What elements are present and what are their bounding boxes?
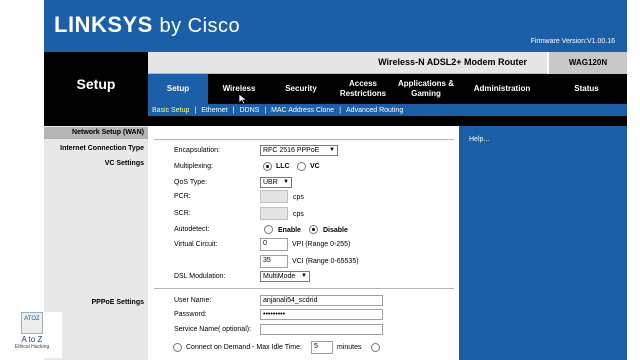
- mux-llc-label: LLC: [276, 163, 290, 170]
- firmware-version: Firmware Version:V1.00.16: [530, 38, 615, 45]
- mux-vc-label: VC: [310, 163, 320, 170]
- scr-label: SCR:: [174, 210, 191, 217]
- section-network-setup: Network Setup (WAN): [44, 127, 148, 139]
- autodetect-enable-label: Enable: [278, 227, 301, 234]
- help-link[interactable]: Help...: [469, 136, 489, 143]
- label-vc-settings: VC Settings: [104, 160, 144, 167]
- subtab-mac-address-clone[interactable]: MAC Address Clone: [271, 107, 334, 114]
- autodetect-label: Autodetect:: [174, 226, 210, 233]
- label-internet-connection-type: Internet Connection Type: [60, 145, 144, 152]
- username-label: User Name:: [174, 297, 212, 304]
- brand-name: LINKSYS: [54, 12, 153, 37]
- left-top-strip: [44, 116, 148, 126]
- pcr-label: PCR:: [174, 193, 191, 200]
- pcr-unit: cps: [293, 194, 304, 201]
- tab-status[interactable]: Status: [546, 74, 627, 104]
- dsl-modulation-select[interactable]: MultiMode ▼: [260, 271, 310, 282]
- subtab-ddns[interactable]: DDNS: [239, 107, 259, 114]
- chevron-down-icon: ▼: [283, 179, 289, 185]
- brand-bar: LINKSYS by Cisco Firmware Version:V1.00.…: [44, 0, 627, 52]
- service-name-input[interactable]: [260, 324, 383, 335]
- watermark-title: A to Z: [21, 335, 43, 344]
- subtab-ethernet[interactable]: Ethernet: [201, 107, 227, 114]
- watermark-subtitle: Ethical Hacking: [14, 344, 50, 350]
- subtab-separator: |: [264, 106, 267, 114]
- label-pppoe-settings: PPPoE Settings: [91, 299, 144, 306]
- vpi-input[interactable]: 0: [260, 238, 288, 251]
- chevron-down-icon: ▼: [329, 147, 335, 153]
- help-panel: Help...: [459, 116, 627, 360]
- encapsulation-label: Encapsulation:: [174, 147, 220, 154]
- mouse-cursor-icon: [238, 93, 248, 105]
- dsl-modulation-label: DSL Modulation:: [174, 273, 226, 280]
- subtab-separator: |: [339, 106, 342, 114]
- sub-tabs: Basic Setup | Ethernet | DDNS | MAC Addr…: [148, 104, 627, 116]
- service-name-label: Service Name( optional):: [174, 326, 252, 333]
- tab-security[interactable]: Security: [270, 74, 332, 104]
- idle-time-unit: minutes: [337, 344, 362, 351]
- qos-label: QoS Type:: [174, 179, 207, 186]
- max-idle-time-input[interactable]: 5: [311, 341, 333, 354]
- divider: [154, 139, 454, 140]
- connect-on-demand-label: Connect on Demand - Max Idle Time:: [186, 344, 302, 351]
- dsl-modulation-value: MultiMode: [263, 273, 296, 280]
- username-input[interactable]: anjanali54_scdrid: [260, 295, 383, 306]
- subtab-separator: |: [232, 106, 235, 114]
- scr-input[interactable]: [260, 207, 288, 220]
- password-label: Password:: [174, 311, 207, 318]
- subtab-separator: |: [194, 106, 197, 114]
- channel-watermark: ATOZ A to Z Ethical Hacking: [2, 312, 62, 358]
- help-top-strip: [459, 116, 627, 126]
- vpi-range: VPI (Range 0-255): [292, 241, 351, 248]
- subtab-advanced-routing[interactable]: Advanced Routing: [346, 107, 403, 114]
- mux-llc-radio[interactable]: [263, 162, 272, 171]
- product-name: Wireless-N ADSL2+ Modem Router: [378, 57, 527, 67]
- main-tabs: Setup Wireless Security Access Restricti…: [148, 74, 627, 104]
- autodetect-disable-label: Disable: [323, 227, 348, 234]
- subtab-basic-setup[interactable]: Basic Setup: [152, 107, 189, 114]
- autodetect-disable-radio[interactable]: [309, 225, 318, 234]
- mux-vc-radio[interactable]: [297, 162, 306, 171]
- router-admin-page: LINKSYS by Cisco Firmware Version:V1.00.…: [44, 0, 627, 360]
- encapsulation-select[interactable]: RFC 2516 PPPoE ▼: [260, 145, 338, 156]
- qos-select[interactable]: UBR ▼: [260, 177, 292, 188]
- vci-input[interactable]: 35: [260, 255, 288, 268]
- pcr-input[interactable]: [260, 190, 288, 203]
- divider: [154, 288, 454, 289]
- password-input[interactable]: •••••••••: [260, 309, 383, 320]
- linksys-logo: LINKSYS by Cisco: [54, 12, 240, 38]
- virtual-circuit-label: Virtual Circuit:: [174, 241, 218, 248]
- autodetect-enable-radio[interactable]: [264, 225, 273, 234]
- vci-range: VCI (Range 0-65535): [292, 258, 359, 265]
- product-bar: Wireless-N ADSL2+ Modem Router WAG120N: [148, 52, 627, 74]
- channel-logo-icon: ATOZ: [21, 312, 43, 334]
- chevron-down-icon: ▼: [301, 273, 307, 279]
- tab-applications-gaming[interactable]: Applications & Gaming: [394, 74, 458, 104]
- page-title: Setup: [44, 52, 148, 116]
- model-number: WAG120N: [547, 52, 627, 74]
- tab-administration[interactable]: Administration: [458, 74, 546, 104]
- brand-suffix: by Cisco: [159, 15, 241, 37]
- keep-alive-radio[interactable]: [371, 343, 380, 352]
- connect-on-demand-radio[interactable]: [173, 343, 182, 352]
- tab-access-restrictions[interactable]: Access Restrictions: [332, 74, 394, 104]
- multiplexing-label: Multiplexing:: [174, 163, 213, 170]
- scr-unit: cps: [293, 211, 304, 218]
- encapsulation-value: RFC 2516 PPPoE: [263, 147, 320, 154]
- tab-setup[interactable]: Setup: [148, 74, 208, 104]
- qos-value: UBR: [263, 179, 278, 186]
- content-top-strip: [148, 116, 459, 126]
